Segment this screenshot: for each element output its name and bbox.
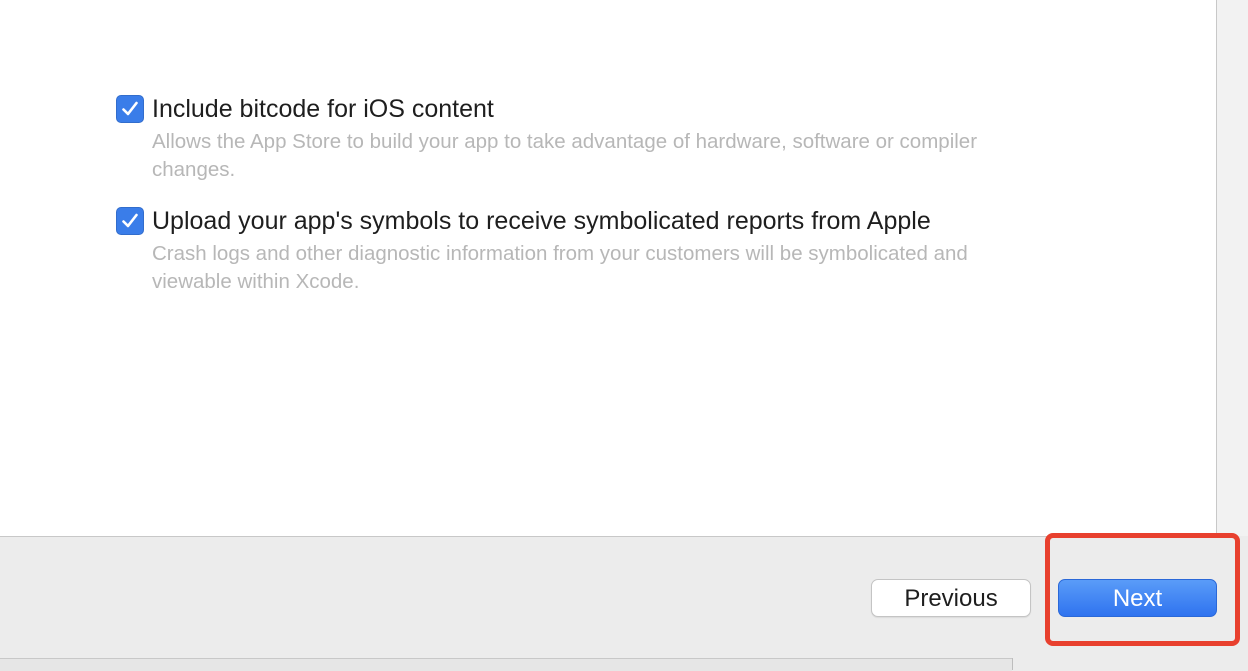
checkmark-icon xyxy=(122,101,138,116)
checkmark-icon xyxy=(122,213,138,228)
window-bottom-edge xyxy=(0,658,1012,671)
next-button[interactable]: Next xyxy=(1058,579,1217,617)
window-right-edge xyxy=(1217,0,1248,536)
bottom-edge-divider xyxy=(1012,658,1013,670)
option-description: Allows the App Store to build your app t… xyxy=(152,130,978,181)
previous-button[interactable]: Previous xyxy=(871,579,1031,617)
include-bitcode-checkbox[interactable] xyxy=(116,95,144,123)
distribution-options-window: Include bitcode for iOS content Allows t… xyxy=(0,0,1248,671)
option-title: Upload your app's symbols to receive sym… xyxy=(152,207,931,235)
upload-symbols-checkbox[interactable] xyxy=(116,207,144,235)
option-description: Crash logs and other diagnostic informat… xyxy=(152,242,968,293)
bottom-button-bar: Previous Next xyxy=(0,537,1248,671)
option-title: Include bitcode for iOS content xyxy=(152,95,494,123)
options-pane: Include bitcode for iOS content Allows t… xyxy=(0,0,1217,537)
